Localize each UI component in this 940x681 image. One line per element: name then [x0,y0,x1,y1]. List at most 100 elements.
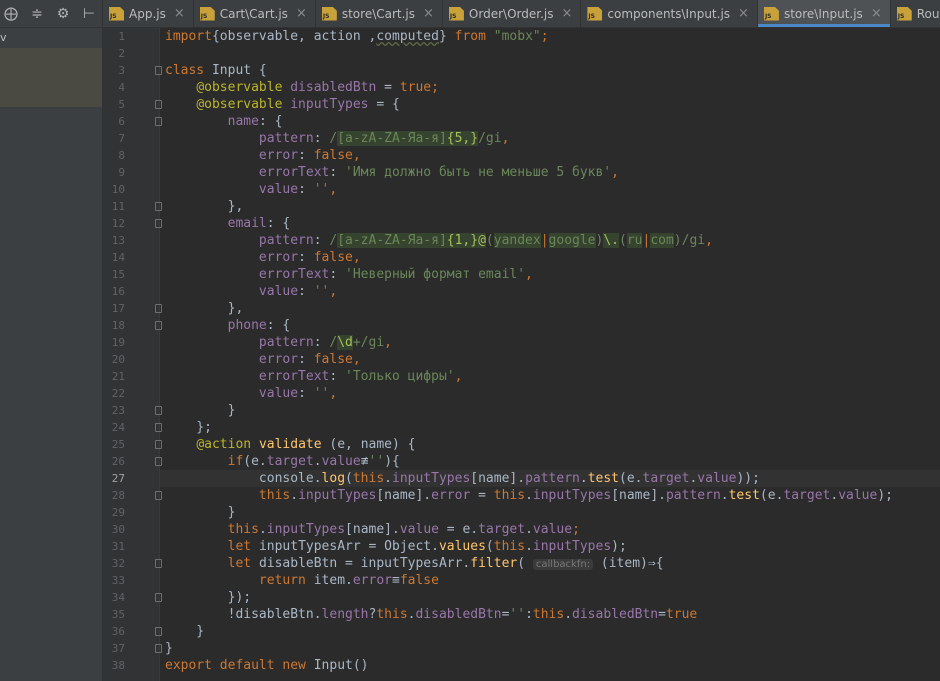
code-line[interactable]: 37} [103,640,940,657]
hide-icon[interactable]: ⊢ [81,6,97,22]
line-number: 9 [118,166,125,179]
code-text: import{observable, action ,computed} fro… [165,28,549,45]
fold-marker-icon[interactable] [155,304,162,313]
code-line[interactable]: 5 @observable inputTypes = { [103,96,940,113]
fold-marker-icon[interactable] [155,627,162,636]
code-line[interactable]: 4 @observable disabledBtn = true; [103,79,940,96]
editor-tab[interactable]: JS components\Input.js × [581,0,758,27]
gear-icon[interactable]: ⚙ [55,6,71,22]
code-token: ≡ [392,573,400,588]
fold-marker-icon[interactable] [155,66,162,75]
code-line[interactable]: 33 return item.error≡false [103,572,940,589]
code-line[interactable]: 27 console.log(this.inputTypes[name].pat… [103,470,940,487]
code-line[interactable]: 23 } [103,402,940,419]
tab-label: store\Cart.js [341,6,416,21]
js-file-icon: JS [109,6,124,21]
code-token: '' [368,454,385,469]
code-token: true [665,607,698,622]
code-token: }; [165,420,212,435]
code-line[interactable]: 16 value: '', [103,283,940,300]
code-line[interactable]: 19 pattern: /\d+/gi, [103,334,940,351]
code-line[interactable]: 14 error: false, [103,249,940,266]
line-number: 28 [111,489,125,502]
fold-marker-icon[interactable] [155,644,162,653]
code-line[interactable]: 9 errorText: 'Имя должно быть не меньше … [103,164,940,181]
code-token: : [329,267,346,282]
code-token: : { [258,114,283,129]
code-line[interactable]: 26 if(e.target.value≢''){ [103,453,940,470]
code-token: name [227,114,259,129]
code-line[interactable]: 10 value: '', [103,181,940,198]
code-line[interactable]: 11 }, [103,198,940,215]
code-token: value [532,522,573,537]
code-line[interactable]: 30 this.inputTypes[name].value = e.targe… [103,521,940,538]
editor-tab[interactable]: JSRouter.js× [891,0,940,27]
fold-marker-icon[interactable] [155,100,162,109]
code-line[interactable]: 32 let disableBtn = inputTypesArr.filter… [103,555,940,572]
code-token: inputTypesArr = Object. [258,539,439,554]
line-number: 37 [111,642,125,655]
close-icon[interactable]: × [423,6,434,21]
code-line[interactable]: 21 errorText: 'Только цифры', [103,368,940,385]
close-icon[interactable]: × [561,6,572,21]
js-file-icon: JS [321,6,337,21]
fold-marker-icon[interactable] [155,202,162,211]
project-tree-selection[interactable] [0,48,102,107]
code-line[interactable]: 12 email: { [103,215,940,232]
code-line[interactable]: 6 name: { [103,113,940,130]
fold-marker-icon[interactable] [155,491,162,500]
target-icon[interactable]: ⨁ [3,6,19,22]
fold-marker-icon[interactable] [155,457,162,466]
code-line[interactable]: 13 pattern: /[a-zA-ZA-Яа-я]{1,}@(yandex|… [103,232,940,249]
editor-tab[interactable]: JS Order\Order.js × [443,0,582,27]
fold-marker-icon[interactable] [155,423,162,432]
code-line[interactable]: 8 error: false, [103,147,940,164]
code-line[interactable]: 22 value: '', [103,385,940,402]
project-tree-item[interactable]: v [0,31,7,44]
code-line[interactable]: 28 this.inputTypes[name].error = this.in… [103,487,940,504]
code-text: !disableBtn.length?this.disabledBtn='':t… [165,606,698,623]
code-line[interactable]: 20 error: false, [103,351,940,368]
close-icon[interactable]: × [738,6,749,21]
code-token: disabledBtn [290,80,377,95]
code-line[interactable]: 31 let inputTypesArr = Object.values(thi… [103,538,940,555]
code-line[interactable]: 1 import{observable, action ,computed} fr… [103,28,940,45]
code-token: pattern [525,471,580,486]
close-icon[interactable]: × [174,6,185,21]
close-icon[interactable]: × [871,6,882,21]
editor-tab[interactable]: JS store\Cart.js × [316,0,443,27]
code-line[interactable]: 38 export default new Input() [103,657,940,674]
line-number: 18 [111,319,125,332]
code-line[interactable]: 24 }; [103,419,940,436]
fold-marker-icon[interactable] [155,406,162,415]
fold-marker-icon[interactable] [155,219,162,228]
code-line[interactable]: 36 } [103,623,940,640]
code-line[interactable]: 25 @action validate (e, name) { [103,436,940,453]
code-line[interactable]: 29 } [103,504,940,521]
code-token: = e. [438,522,479,537]
close-icon[interactable]: × [296,6,307,21]
code-token: ( [485,539,494,554]
fold-marker-icon[interactable] [155,559,162,568]
code-line[interactable]: 34 }); [103,589,940,606]
fold-marker-icon[interactable] [155,321,162,330]
code-token: {observable, action , [211,29,377,44]
code-line[interactable]: 3 class Input { [103,62,940,79]
code-line[interactable]: 2 [103,45,940,62]
code-line[interactable]: 7 pattern: /[a-zA-ZA-Яа-я]{5,}/gi, [103,130,940,147]
code-line[interactable]: 17 }, [103,300,940,317]
code-line[interactable]: 35 !disableBtn.length?this.disabledBtn='… [103,606,940,623]
fold-marker-icon[interactable] [155,117,162,126]
code-token: [name]. [611,488,666,503]
code-token: {5,} [446,131,479,146]
code-line[interactable]: 18 phone: { [103,317,940,334]
editor-tab[interactable]: JS Cart\Cart.js × [194,0,316,27]
editor-tab[interactable]: JS App.js × [103,0,194,27]
line-number: 24 [111,421,125,434]
fold-marker-icon[interactable] [155,440,162,449]
collapse-icon[interactable]: ≑ [29,6,45,22]
code-token: = { [368,97,400,112]
editor-tab[interactable]: JS store\Input.js × [757,0,891,27]
code-line[interactable]: 15 errorText: 'Неверный формат email', [103,266,940,283]
fold-marker-icon[interactable] [155,593,162,602]
